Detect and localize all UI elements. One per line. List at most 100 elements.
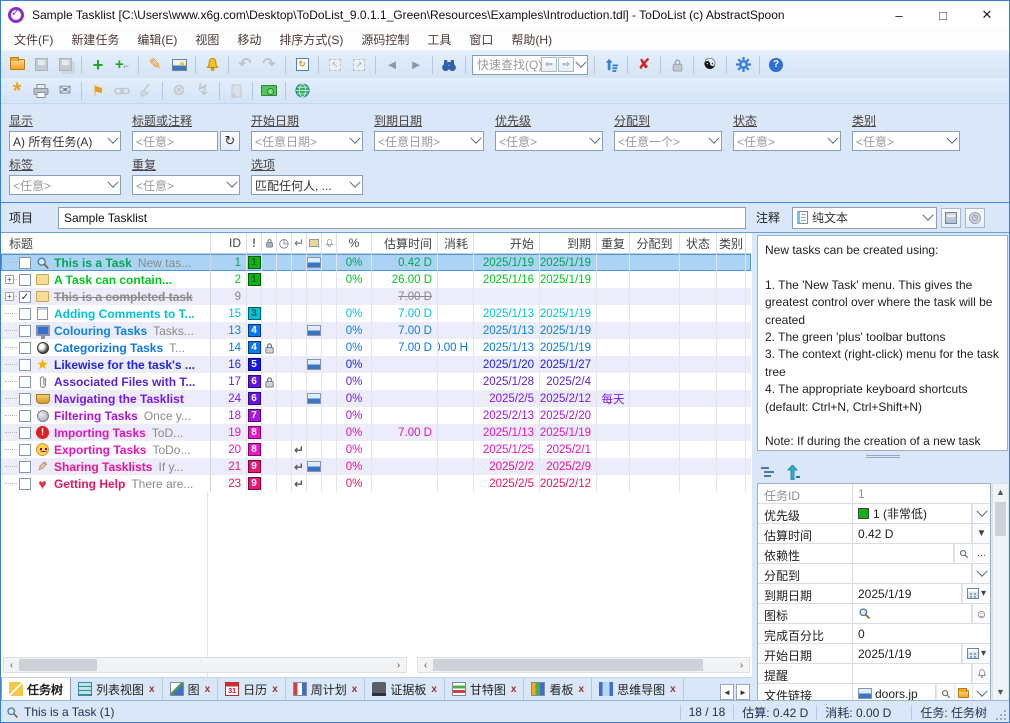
- menu-item-6[interactable]: 源码控制: [352, 29, 418, 50]
- task-row[interactable]: +A Task can contain...210%26.00 D2025/1/…: [1, 271, 751, 288]
- task-row[interactable]: Exporting TasksToDo...208↵0%2025/1/25202…: [1, 441, 751, 458]
- task-checkbox[interactable]: [19, 461, 31, 473]
- scrollbar-thumb[interactable]: [19, 659, 97, 671]
- task-comments-box[interactable]: New tasks can be created using: 1. The '…: [757, 235, 1008, 451]
- close-button[interactable]: ✕: [965, 1, 1009, 29]
- menu-item-2[interactable]: 编辑(E): [128, 29, 186, 50]
- close-tab-icon[interactable]: x: [670, 684, 676, 695]
- browse-web-button[interactable]: [290, 80, 314, 102]
- expand-icon[interactable]: +: [5, 292, 14, 301]
- donate-button[interactable]: [257, 80, 281, 102]
- close-tab-icon[interactable]: x: [272, 684, 278, 695]
- print-button[interactable]: [29, 80, 53, 102]
- icon-picker-button[interactable]: ☺: [972, 604, 990, 623]
- next-task-button[interactable]: ►: [404, 54, 428, 76]
- task-checkbox[interactable]: [19, 325, 31, 337]
- task-checkbox[interactable]: [19, 308, 31, 320]
- column-header-cat[interactable]: 类别: [717, 233, 746, 253]
- column-header-pct[interactable]: %: [337, 233, 372, 253]
- undo-button[interactable]: ↶: [233, 54, 257, 76]
- attribute-value[interactable]: 0.42 D: [853, 524, 971, 543]
- lock-tasklist-button[interactable]: [665, 54, 689, 76]
- browse-folder-button[interactable]: [954, 684, 972, 701]
- column-header-priority-icon[interactable]: !: [247, 233, 262, 253]
- columns-pane-hscrollbar[interactable]: ‹ ›: [417, 657, 750, 673]
- column-header-status[interactable]: 状态: [680, 233, 717, 253]
- menu-item-3[interactable]: 视图: [186, 29, 228, 50]
- link-task-button[interactable]: [110, 80, 134, 102]
- filter-combo[interactable]: <任意日期>: [374, 131, 484, 151]
- set-reminder-button[interactable]: [200, 54, 224, 76]
- scroll-left-icon[interactable]: ‹: [4, 658, 19, 672]
- column-header-due[interactable]: 到期: [540, 233, 597, 253]
- filter-combo[interactable]: <任意>: [495, 131, 603, 151]
- calendar-dropdown-button[interactable]: ▾: [962, 584, 990, 603]
- reminder-button[interactable]: [972, 664, 990, 683]
- task-row[interactable]: Adding Comments to T...1530%7.00 D2025/1…: [1, 305, 751, 322]
- task-row[interactable]: This is a TaskNew tas...110%0.42 D2025/1…: [1, 254, 751, 271]
- task-row[interactable]: Navigating the Tasklist2460%2025/2/52025…: [1, 390, 751, 407]
- column-header-spent[interactable]: 消耗: [438, 233, 474, 253]
- help-button[interactable]: ?: [764, 54, 788, 76]
- task-row[interactable]: Colouring TasksTasks...1340%7.00 D2025/1…: [1, 322, 751, 339]
- scroll-left-icon[interactable]: ‹: [418, 658, 433, 672]
- menu-item-4[interactable]: 移动: [228, 29, 270, 50]
- group-attributes-button[interactable]: [757, 463, 779, 483]
- menu-item-0[interactable]: 文件(F): [5, 29, 62, 50]
- toggle-style-button[interactable]: ☯: [698, 54, 722, 76]
- attribute-value[interactable]: [853, 544, 953, 563]
- cleanup-tasks-button[interactable]: [134, 80, 158, 102]
- menu-item-9[interactable]: 帮助(H): [502, 29, 561, 50]
- copy-task-button[interactable]: ↖: [323, 54, 347, 76]
- delete-task-button[interactable]: ✘: [632, 54, 656, 76]
- close-tab-icon[interactable]: x: [431, 684, 437, 695]
- cancel-tool-button[interactable]: ⊗: [167, 80, 191, 102]
- filter-combo[interactable]: <任意>: [132, 175, 240, 195]
- search-button[interactable]: [954, 544, 972, 563]
- project-title-input[interactable]: Sample Tasklist: [58, 207, 746, 229]
- close-tab-icon[interactable]: x: [205, 684, 211, 695]
- filter-combo[interactable]: A) 所有任务(A): [9, 131, 121, 151]
- tab-列表视图[interactable]: 列表视图x: [71, 678, 163, 700]
- calendar-dropdown-button[interactable]: ▾: [962, 644, 990, 663]
- task-checkbox[interactable]: [19, 427, 31, 439]
- task-checkbox[interactable]: [19, 410, 31, 422]
- column-header-recurrence-icon[interactable]: ↵: [292, 233, 307, 253]
- shortcuts-button[interactable]: *: [5, 80, 29, 102]
- attribute-value[interactable]: 2025/1/19: [853, 584, 961, 603]
- minimize-button[interactable]: –: [877, 1, 921, 29]
- run-tool-button[interactable]: ↯: [191, 80, 215, 102]
- tab-scroll-right-button[interactable]: ►: [736, 684, 750, 700]
- tab-周计划[interactable]: 周计划x: [286, 678, 366, 700]
- filter-combo[interactable]: <任意>: [9, 175, 121, 195]
- new-task-button[interactable]: +: [86, 54, 110, 76]
- menu-item-5[interactable]: 排序方式(S): [270, 29, 352, 50]
- attributes-vscrollbar[interactable]: ▲ ▼: [992, 483, 1009, 701]
- flag-task-button[interactable]: ⚑: [86, 80, 110, 102]
- previous-task-button[interactable]: ◄: [380, 54, 404, 76]
- scroll-right-icon[interactable]: ›: [391, 658, 406, 672]
- search-button[interactable]: [936, 684, 954, 701]
- column-header-clock-icon[interactable]: ◷: [277, 233, 292, 253]
- column-header-start[interactable]: 开始: [474, 233, 540, 253]
- comments-history-button[interactable]: ◷: [965, 208, 985, 228]
- save-tasklist-button[interactable]: [29, 54, 53, 76]
- scroll-down-icon[interactable]: ▼: [993, 684, 1008, 700]
- quick-find-box[interactable]: 快速查找(Q)⇦⇨: [472, 55, 588, 75]
- close-tab-icon[interactable]: x: [352, 684, 358, 695]
- resize-grip[interactable]: [995, 701, 1009, 723]
- close-tab-icon[interactable]: x: [511, 684, 517, 695]
- task-checkbox[interactable]: [19, 342, 31, 354]
- comments-format-combo[interactable]: 纯文本: [792, 207, 937, 229]
- dropdown-button[interactable]: ▼: [972, 524, 990, 543]
- task-row[interactable]: ♥Getting HelpThere are...239↵0%2025/2/52…: [1, 475, 751, 492]
- attribute-value[interactable]: 2025/1/19: [853, 644, 961, 663]
- find-tasks-button[interactable]: [437, 54, 461, 76]
- save-all-tasklists-button[interactable]: [53, 54, 77, 76]
- close-tab-icon[interactable]: x: [149, 684, 155, 695]
- tab-看板[interactable]: 看板x: [524, 678, 592, 700]
- scrollbar-thumb[interactable]: [995, 502, 1006, 536]
- scroll-right-icon[interactable]: ›: [734, 658, 749, 672]
- column-header-recur[interactable]: 重复: [597, 233, 630, 253]
- attribute-value[interactable]: 1 (非常低): [853, 504, 971, 523]
